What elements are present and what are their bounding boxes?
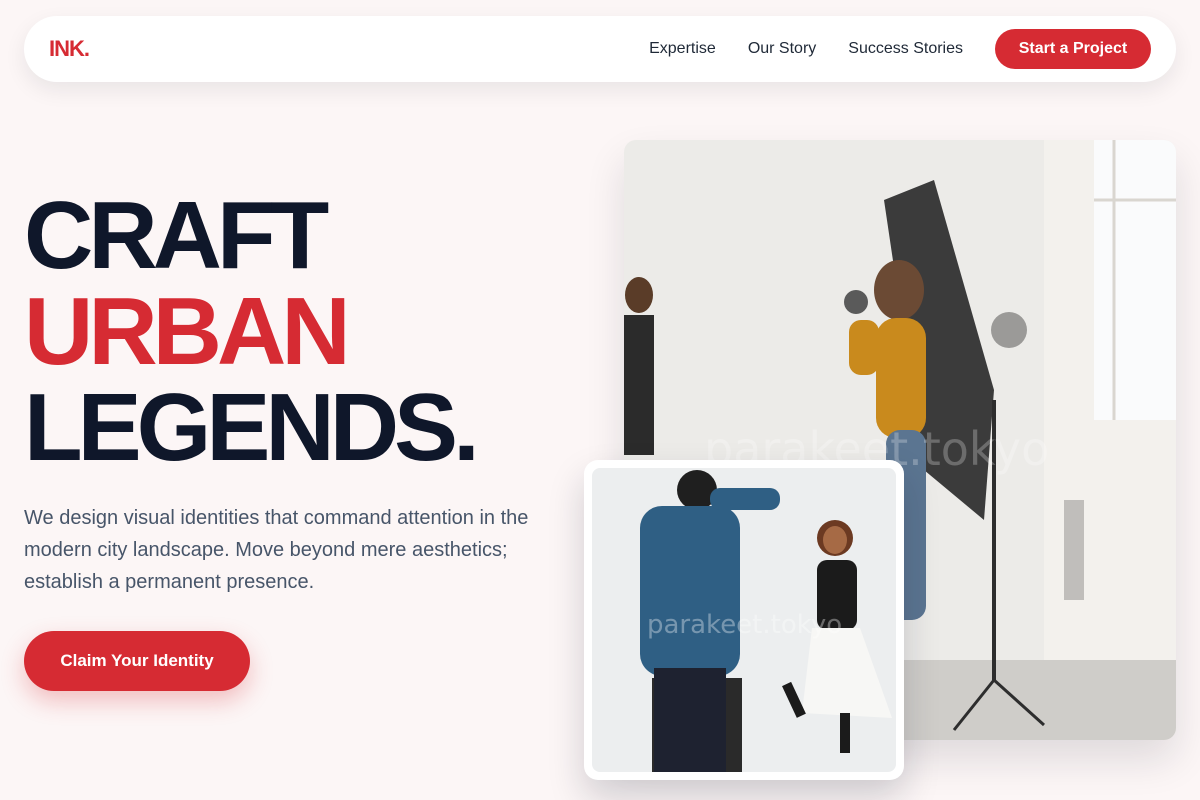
photoshoot-illustration: parakeet.tokyo: [592, 468, 896, 772]
hero-description: We design visual identities that command…: [24, 507, 529, 593]
secondary-photo-card: parakeet.tokyo: [584, 460, 904, 780]
nav-link-our-story[interactable]: Our Story: [748, 40, 816, 58]
photographer-shoot-photo: parakeet.tokyo: [592, 468, 896, 772]
nav-link-success-stories[interactable]: Success Stories: [848, 40, 963, 58]
headline-line-urban: URBAN: [24, 278, 351, 385]
hero-headline: CRAFT URBAN LEGENDS.: [24, 182, 480, 481]
nav-menu: Expertise Our Story Success Stories Star…: [649, 29, 1151, 69]
nav-link-expertise[interactable]: Expertise: [649, 40, 716, 58]
start-project-button[interactable]: Start a Project: [995, 29, 1151, 69]
top-navbar: INK. Expertise Our Story Success Stories…: [24, 16, 1176, 82]
headline-line-craft: CRAFT: [24, 182, 329, 289]
small-photo-watermark: parakeet.tokyo: [647, 610, 842, 640]
brand-logo[interactable]: INK.: [49, 36, 90, 62]
headline-line-legends: LEGENDS.: [24, 374, 480, 481]
claim-identity-button[interactable]: Claim Your Identity: [24, 631, 250, 691]
